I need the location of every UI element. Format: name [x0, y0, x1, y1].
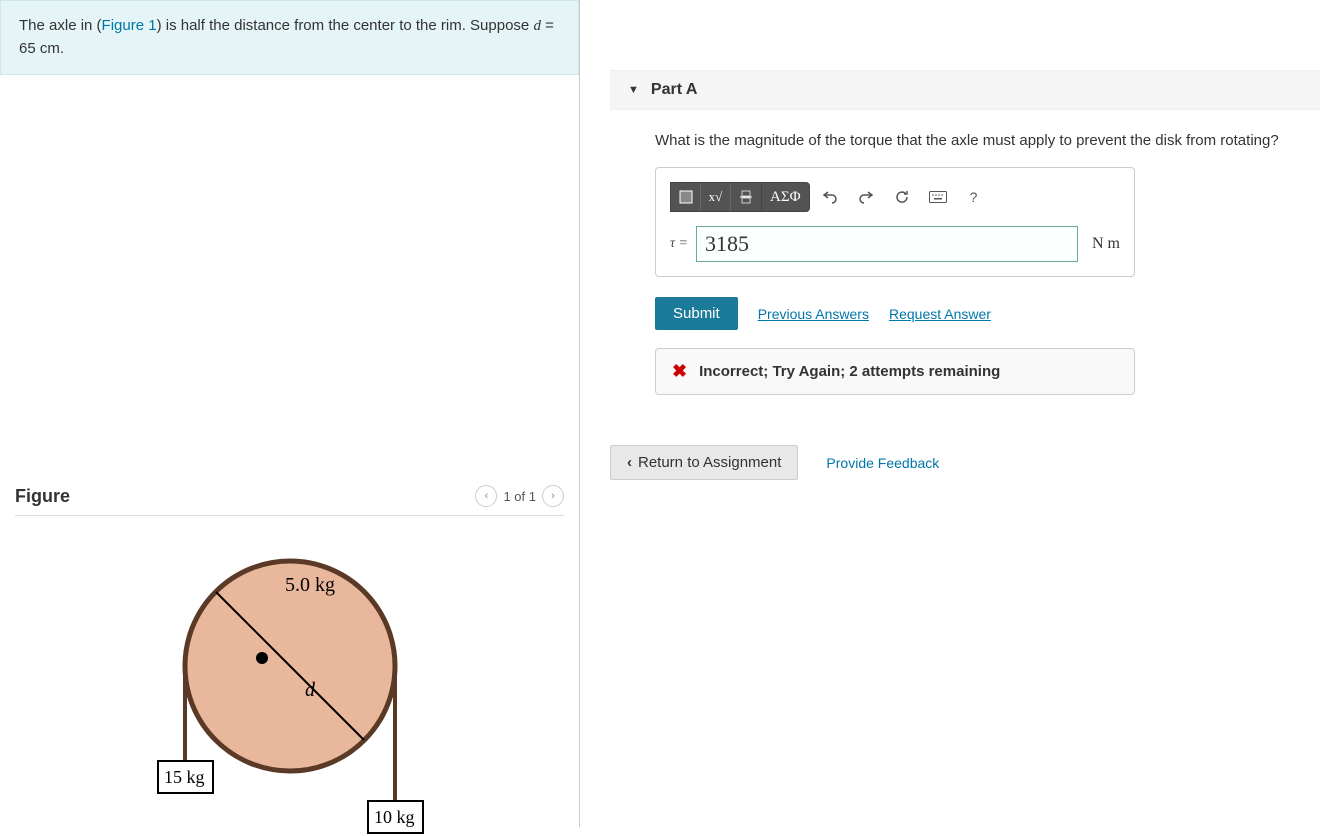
svg-text:10 kg: 10 kg	[374, 807, 415, 827]
chevron-left-icon: ‹	[627, 454, 632, 471]
incorrect-icon: ✖	[672, 361, 687, 382]
return-label: Return to Assignment	[638, 454, 781, 471]
figure-title: Figure	[15, 486, 70, 507]
feedback-message: Incorrect; Try Again; 2 attempts remaini…	[699, 363, 1000, 380]
figure-link[interactable]: Figure 1	[102, 17, 157, 34]
figure-next-button[interactable]: ›	[542, 485, 564, 507]
request-answer-link[interactable]: Request Answer	[889, 306, 991, 322]
figure-prev-button[interactable]: ‹	[475, 485, 497, 507]
answer-input[interactable]	[696, 226, 1078, 262]
question-text: What is the magnitude of the torque that…	[610, 110, 1320, 167]
fraction-icon[interactable]	[731, 183, 761, 211]
svg-text:d: d	[305, 679, 316, 701]
figure-diagram: d 5.0 kg 15 kg 10 kg	[15, 516, 564, 836]
radical-icon[interactable]: x√	[701, 183, 731, 211]
submit-button[interactable]: Submit	[655, 297, 738, 330]
part-a-title: Part A	[651, 81, 698, 99]
problem-statement: The axle in (Figure 1) is half the dista…	[0, 0, 579, 75]
tau-label: τ =	[670, 236, 688, 252]
previous-answers-link[interactable]: Previous Answers	[758, 306, 869, 322]
svg-text:5.0 kg: 5.0 kg	[285, 574, 335, 596]
redo-icon[interactable]	[850, 182, 882, 212]
reset-icon[interactable]	[886, 182, 918, 212]
provide-feedback-link[interactable]: Provide Feedback	[826, 455, 939, 471]
help-icon[interactable]: ?	[958, 182, 990, 212]
template-icon[interactable]	[671, 183, 701, 211]
return-to-assignment-button[interactable]: ‹ Return to Assignment	[610, 445, 798, 480]
keyboard-icon[interactable]	[922, 182, 954, 212]
figure-pager-label: 1 of 1	[503, 489, 536, 504]
problem-text-middle: ) is half the distance from the center t…	[157, 17, 534, 34]
part-a-header[interactable]: ▼ Part A	[610, 70, 1320, 110]
problem-text-prefix: The axle in (	[19, 17, 102, 34]
svg-text:15 kg: 15 kg	[164, 767, 205, 787]
unit-label: N m	[1092, 235, 1120, 253]
greek-letters-button[interactable]: ΑΣΦ	[761, 182, 810, 212]
undo-icon[interactable]	[814, 182, 846, 212]
problem-var-d: d	[533, 18, 541, 34]
figure-pager: ‹ 1 of 1 ›	[475, 485, 564, 507]
equation-toolbar: x√ ΑΣΦ ?	[670, 182, 1120, 212]
answer-box: x√ ΑΣΦ ?	[655, 167, 1135, 277]
feedback-box: ✖ Incorrect; Try Again; 2 attempts remai…	[655, 348, 1135, 395]
caret-down-icon: ▼	[628, 84, 639, 96]
